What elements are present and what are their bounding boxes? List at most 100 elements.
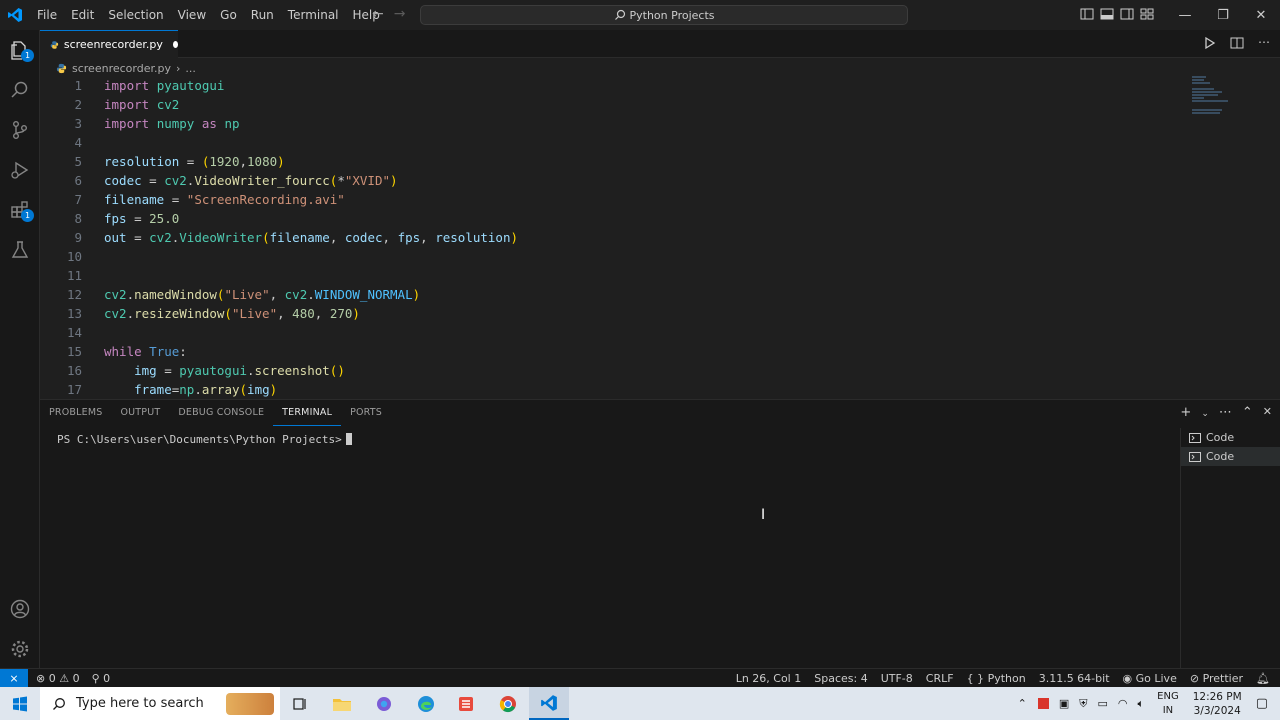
menu-terminal[interactable]: Terminal bbox=[281, 0, 346, 30]
menu-edit[interactable]: Edit bbox=[64, 0, 101, 30]
remote-indicator-icon[interactable]: ⨯ bbox=[0, 669, 28, 688]
code-line: 11 bbox=[66, 268, 82, 283]
code-line: 3 import numpy as np bbox=[74, 116, 240, 131]
tray-chevron-up-icon[interactable]: ⌃ bbox=[1018, 697, 1027, 710]
extensions-icon[interactable]: 1 bbox=[0, 190, 40, 230]
prettier-status[interactable]: ⊘ Prettier bbox=[1190, 672, 1243, 685]
tab-terminal[interactable]: TERMINAL bbox=[273, 400, 342, 426]
taskbar-search-box[interactable]: Type here to search bbox=[40, 687, 280, 720]
new-terminal-icon[interactable]: + bbox=[1180, 405, 1191, 423]
split-editor-icon[interactable] bbox=[1230, 36, 1244, 50]
python-interpreter[interactable]: 3.11.5 64-bit bbox=[1039, 672, 1110, 685]
chrome-browser-icon[interactable] bbox=[488, 687, 528, 720]
run-python-file-icon[interactable] bbox=[1204, 36, 1216, 50]
end-of-line[interactable]: CRLF bbox=[926, 672, 954, 685]
close-icon[interactable]: ✕ bbox=[1242, 0, 1280, 30]
search-icon bbox=[614, 9, 625, 20]
volume-icon[interactable]: 🔈︎ bbox=[1138, 697, 1145, 711]
problems-status[interactable]: ⊗ 0 ⚠ 0 bbox=[36, 672, 80, 685]
menu-selection[interactable]: Selection bbox=[101, 0, 170, 30]
code-editor[interactable]: 1 import pyautogui 2 import cv2 3 import nu… bbox=[40, 76, 1280, 398]
maximize-icon[interactable]: ❐ bbox=[1204, 0, 1242, 30]
terminal-instance[interactable]: Code bbox=[1181, 447, 1280, 466]
more-actions-icon[interactable]: ⋯ bbox=[1258, 36, 1270, 50]
settings-gear-icon[interactable] bbox=[0, 629, 40, 669]
maximize-panel-icon[interactable]: ⌃ bbox=[1242, 405, 1253, 423]
tab-debug-console[interactable]: DEBUG CONSOLE bbox=[169, 400, 273, 426]
toggle-sidebar-icon[interactable] bbox=[1080, 7, 1094, 21]
breadcrumb-more[interactable]: ... bbox=[185, 62, 196, 75]
tray-app-icon[interactable] bbox=[1037, 698, 1049, 709]
file-explorer-icon[interactable] bbox=[322, 687, 362, 720]
terminal-dropdown-icon[interactable]: ⌄ bbox=[1201, 405, 1209, 423]
code-line: 14 bbox=[66, 325, 82, 340]
tab-output[interactable]: OUTPUT bbox=[111, 400, 169, 426]
tray-security-icon[interactable]: ⛨ bbox=[1079, 697, 1087, 711]
language-mode[interactable]: { } Python bbox=[967, 672, 1026, 685]
python-file-icon bbox=[50, 40, 59, 49]
activity-bar: 1 1 bbox=[0, 30, 40, 668]
breadcrumb: screenrecorder.py › ... bbox=[40, 58, 1280, 78]
menu-go[interactable]: Go bbox=[213, 0, 244, 30]
testing-icon[interactable] bbox=[0, 230, 40, 270]
run-debug-icon[interactable] bbox=[0, 150, 40, 190]
search-icon[interactable] bbox=[0, 70, 40, 110]
terminal-output[interactable]: PS C:\Users\user\Documents\Python Projec… bbox=[57, 433, 352, 446]
back-arrow-icon[interactable]: ← bbox=[372, 6, 384, 22]
menu-run[interactable]: Run bbox=[244, 0, 281, 30]
tab-problems[interactable]: PROBLEMS bbox=[40, 400, 111, 426]
menu-view[interactable]: View bbox=[171, 0, 213, 30]
toggle-secondary-sidebar-icon[interactable] bbox=[1120, 7, 1134, 21]
code-line: 9 out = cv2.VideoWriter(filename, codec, … bbox=[74, 230, 519, 245]
code-line: 2 import cv2 bbox=[74, 97, 180, 112]
more-actions-icon[interactable]: ⋯ bbox=[1219, 405, 1232, 423]
terminal-instance[interactable]: Code bbox=[1181, 428, 1280, 447]
wifi-icon[interactable]: ◠ bbox=[1118, 697, 1128, 710]
edge-browser-icon[interactable] bbox=[406, 687, 446, 720]
breadcrumb-file[interactable]: screenrecorder.py bbox=[72, 62, 171, 75]
title-bar: File Edit Selection View Go Run Terminal… bbox=[0, 0, 1280, 30]
minimize-icon[interactable]: — bbox=[1166, 0, 1204, 30]
search-icon bbox=[53, 697, 65, 710]
tab-screenrecorder[interactable]: screenrecorder.py bbox=[40, 30, 178, 58]
vscode-taskbar-icon[interactable] bbox=[529, 687, 569, 720]
code-line: 8 fps = 25.0 bbox=[74, 211, 180, 226]
menu-file[interactable]: File bbox=[30, 0, 64, 30]
vscode-logo-icon[interactable] bbox=[0, 0, 30, 30]
unsaved-dot-icon[interactable] bbox=[172, 41, 178, 48]
input-language[interactable]: ENG IN bbox=[1157, 690, 1179, 718]
code-line: 13 cv2.resizeWindow("Live", 480, 270) bbox=[66, 306, 360, 321]
forward-arrow-icon[interactable]: → bbox=[394, 6, 406, 22]
bottom-panel: PROBLEMS OUTPUT DEBUG CONSOLE TERMINAL P… bbox=[40, 399, 1280, 669]
encoding[interactable]: UTF-8 bbox=[881, 672, 913, 685]
battery-icon[interactable]: ▭ bbox=[1098, 697, 1108, 710]
code-line: 12 cv2.namedWindow("Live", cv2.WINDOW_NOR… bbox=[66, 287, 421, 302]
customize-layout-icon[interactable] bbox=[1140, 7, 1154, 21]
account-icon[interactable] bbox=[0, 589, 40, 629]
tab-ports[interactable]: PORTS bbox=[341, 400, 391, 426]
source-control-icon[interactable] bbox=[0, 110, 40, 150]
terminal-list: Code Code bbox=[1180, 428, 1280, 669]
tray-camera-icon[interactable]: ▣ bbox=[1059, 697, 1069, 710]
mouse-ibeam-cursor-icon: I bbox=[761, 507, 766, 523]
go-live-button[interactable]: ◉ Go Live bbox=[1123, 672, 1177, 685]
explorer-icon[interactable]: 1 bbox=[0, 30, 40, 70]
tab-label: screenrecorder.py bbox=[63, 38, 163, 51]
notification-center-icon[interactable]: ▢ bbox=[1256, 696, 1268, 711]
ports-status[interactable]: ⚲ 0 bbox=[92, 672, 111, 685]
extensions-badge: 1 bbox=[21, 209, 34, 222]
windows-start-icon[interactable] bbox=[0, 687, 40, 720]
minimap[interactable] bbox=[1192, 76, 1242, 116]
office-app-icon[interactable] bbox=[446, 687, 486, 720]
tiger-search-highlight-icon bbox=[226, 693, 274, 715]
cursor-position[interactable]: Ln 26, Col 1 bbox=[736, 672, 802, 685]
toggle-panel-icon[interactable] bbox=[1100, 7, 1114, 21]
command-center-search[interactable]: Python Projects bbox=[420, 5, 908, 25]
taskbar-clock[interactable]: 12:26 PM 3/3/2024 bbox=[1193, 690, 1242, 718]
notifications-bell-icon[interactable]: 🔔︎ bbox=[1256, 672, 1270, 685]
close-panel-icon[interactable]: ✕ bbox=[1263, 405, 1272, 423]
code-line: 5 resolution = (1920,1080) bbox=[74, 154, 285, 169]
indentation[interactable]: Spaces: 4 bbox=[814, 672, 867, 685]
task-view-icon[interactable] bbox=[280, 687, 320, 720]
copilot-app-icon[interactable] bbox=[364, 687, 404, 720]
